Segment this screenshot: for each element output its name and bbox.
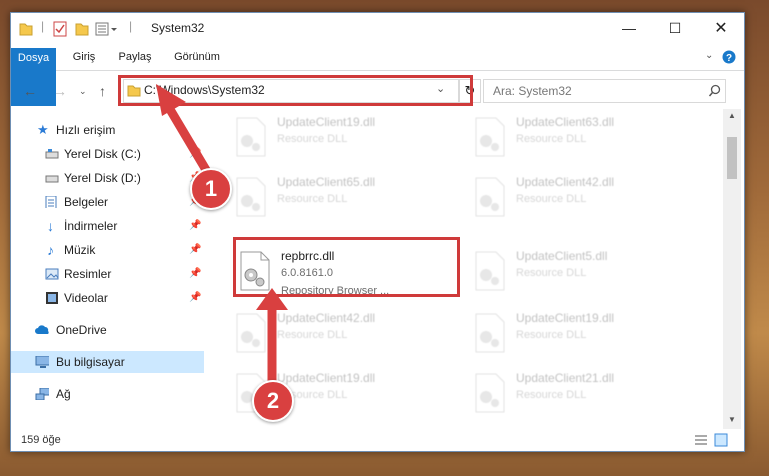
help-icon[interactable]: ?	[722, 50, 736, 64]
dll-file-icon	[475, 251, 505, 291]
computer-icon	[35, 356, 49, 368]
file-description: Resource DLL	[516, 389, 587, 401]
close-button[interactable]: ✕	[698, 13, 744, 43]
file-name: UpdateClient21.dll	[516, 371, 615, 385]
nav-item-downloads[interactable]: ↓ İndirmeler 📌	[11, 215, 204, 237]
svg-text:?: ?	[726, 53, 732, 64]
nav-item-label: Belgeler	[64, 195, 109, 209]
file-name: UpdateClient42.dll	[516, 175, 615, 189]
customize-toolbar-icon[interactable]	[95, 21, 117, 37]
file-item[interactable]: UpdateClient19.dll Resource DLL	[227, 111, 447, 169]
nav-item-label: Yerel Disk (D:)	[64, 171, 141, 185]
file-name: UpdateClient5.dll	[516, 249, 608, 263]
dll-file-icon	[475, 373, 505, 413]
pin-icon: 📌	[189, 268, 202, 279]
scroll-up-icon[interactable]: ▲	[728, 111, 736, 120]
window-title: System32	[151, 21, 205, 35]
file-item[interactable]: UpdateClient21.dll Resource DLL	[466, 367, 686, 425]
file-item[interactable]: UpdateClient63.dll Resource DLL	[466, 111, 686, 169]
maximize-button[interactable]: ☐	[652, 13, 698, 43]
dll-file-icon	[475, 177, 505, 217]
file-description: Resource DLL	[516, 193, 587, 205]
search-input[interactable]: Ara: System32	[483, 79, 726, 103]
details-view-icon[interactable]	[694, 434, 708, 446]
nav-item-onedrive[interactable]: OneDrive	[11, 319, 204, 341]
nav-item-label: İndirmeler	[64, 219, 118, 233]
star-icon: ★	[37, 122, 49, 137]
back-arrow-icon[interactable]: ←	[23, 83, 37, 99]
nav-item-label: Yerel Disk (C:)	[64, 147, 141, 161]
minimize-button[interactable]: —	[606, 13, 652, 43]
scrollbar-thumb[interactable]	[727, 137, 737, 179]
nav-item-label: Hızlı erişim	[56, 123, 116, 137]
network-icon	[35, 388, 49, 400]
separator: |	[41, 19, 45, 33]
file-description: Resource DLL	[516, 133, 587, 145]
nav-item-music[interactable]: ♪ Müzik 📌	[11, 239, 204, 261]
nav-item-label: Resimler	[64, 267, 112, 281]
dll-file-icon	[236, 117, 266, 157]
recent-chevron-icon[interactable]: ⌄	[79, 86, 87, 97]
file-item[interactable]: UpdateClient42.dll Resource DLL	[466, 171, 686, 229]
nav-item-network[interactable]: Ağ	[11, 383, 204, 405]
pin-icon: 📌	[189, 220, 202, 231]
search-placeholder: Ara: System32	[493, 84, 572, 98]
expand-ribbon-icon[interactable]: ⌄	[705, 50, 713, 61]
separator: |	[129, 19, 133, 33]
file-description: Resource DLL	[516, 267, 587, 279]
callout-badge-1: 1	[190, 168, 232, 210]
download-icon: ↓	[47, 218, 54, 234]
cloud-icon	[35, 325, 49, 334]
nav-item-this-pc[interactable]: Bu bilgisayar	[11, 351, 204, 373]
tab-share[interactable]: Paylaş	[115, 47, 155, 69]
title-bar: | | System32 — ☐ ✕	[11, 13, 744, 43]
folder-icon[interactable]	[19, 21, 33, 37]
status-bar: 159 öğe	[11, 429, 744, 451]
tab-view[interactable]: Görünüm	[171, 47, 223, 69]
nav-item-videos[interactable]: Videolar 📌	[11, 287, 204, 309]
search-icon	[708, 84, 721, 97]
file-name: UpdateClient19.dll	[277, 115, 376, 129]
vertical-scrollbar[interactable]: ▲ ▼	[723, 109, 741, 429]
nav-item-label: Ağ	[56, 387, 71, 401]
explorer-window: | | System32 — ☐ ✕ Dosya Giriş Paylaş Gö…	[10, 12, 745, 452]
drive-icon	[45, 175, 59, 183]
dll-file-icon	[475, 313, 505, 353]
up-arrow-icon[interactable]: ↑	[99, 83, 106, 99]
file-name: UpdateClient65.dll	[277, 175, 376, 189]
dll-file-icon	[475, 117, 505, 157]
ribbon: Dosya Giriş Paylaş Görünüm ⌄ ?	[11, 43, 744, 106]
tab-home[interactable]: Giriş	[69, 47, 99, 69]
file-name: UpdateClient63.dll	[516, 115, 615, 129]
item-count: 159 öğe	[21, 434, 61, 446]
videos-icon	[46, 292, 58, 304]
address-row: ← → ⌄ ↑ C:\Windows\System32 ⌄ ↻ Ara: Sys…	[11, 71, 744, 109]
file-item[interactable]: UpdateClient65.dll Resource DLL	[227, 171, 447, 229]
new-folder-icon[interactable]	[75, 21, 89, 37]
file-description: Resource DLL	[277, 193, 348, 205]
file-description: Resource DLL	[277, 133, 348, 145]
scroll-down-icon[interactable]: ▼	[728, 415, 736, 424]
large-icons-view-icon[interactable]	[714, 433, 728, 447]
nav-item-label: Videolar	[64, 291, 108, 305]
dll-file-icon	[236, 177, 266, 217]
drive-icon	[45, 149, 59, 159]
file-item[interactable]: UpdateClient5.dll Resource DLL	[466, 245, 686, 303]
nav-item-label: Bu bilgisayar	[56, 355, 125, 369]
nav-item-documents[interactable]: Belgeler 📌	[11, 191, 204, 213]
nav-item-label: OneDrive	[56, 323, 107, 337]
nav-item-label: Müzik	[64, 243, 96, 257]
nav-item-pictures[interactable]: Resimler 📌	[11, 263, 204, 285]
properties-icon[interactable]	[53, 21, 67, 37]
documents-icon	[45, 196, 57, 208]
pictures-icon	[45, 268, 59, 280]
pin-icon: 📌	[189, 244, 202, 255]
file-name: UpdateClient19.dll	[516, 311, 615, 325]
forward-arrow-icon[interactable]: →	[53, 83, 67, 99]
file-item[interactable]: UpdateClient19.dll Resource DLL	[466, 307, 686, 365]
music-icon: ♪	[47, 242, 54, 258]
pin-icon: 📌	[189, 292, 202, 303]
file-description: Resource DLL	[516, 329, 587, 341]
callout-badge-2: 2	[252, 380, 294, 422]
